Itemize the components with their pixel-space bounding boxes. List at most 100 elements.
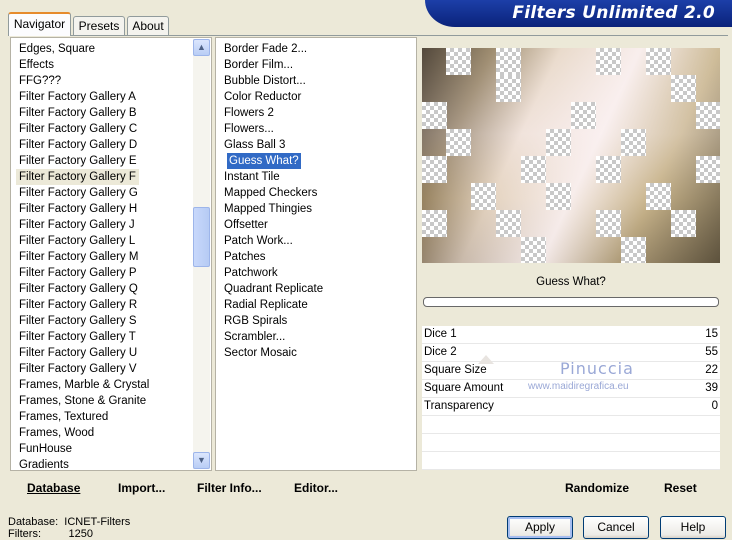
param-label: Transparency bbox=[424, 400, 494, 412]
filter-item[interactable]: Glass Ball 3 bbox=[224, 137, 285, 153]
category-item[interactable]: Filter Factory Gallery U bbox=[19, 345, 137, 361]
scroll-thumb[interactable] bbox=[193, 207, 210, 267]
help-button[interactable]: Help bbox=[660, 516, 726, 539]
transparent-tile bbox=[422, 156, 447, 183]
filters-status-label: Filters: bbox=[8, 528, 41, 540]
param-value: 39 bbox=[705, 382, 718, 394]
parameter-panel: Dice 1 15 Dice 2 55 Square Size 22 Squar… bbox=[422, 326, 720, 470]
cancel-button[interactable]: Cancel bbox=[583, 516, 649, 539]
category-item[interactable]: Filter Factory Gallery C bbox=[19, 121, 137, 137]
param-row-empty bbox=[422, 416, 720, 434]
filter-item[interactable]: Scrambler... bbox=[224, 329, 285, 345]
category-item[interactable]: Frames, Stone & Granite bbox=[19, 393, 146, 409]
category-item[interactable]: Effects bbox=[19, 57, 54, 73]
tab-about[interactable]: About bbox=[127, 16, 169, 35]
database-status-label: Database: bbox=[8, 516, 59, 528]
category-item[interactable]: Filter Factory Gallery B bbox=[19, 105, 137, 121]
filter-item[interactable]: Bubble Distort... bbox=[224, 73, 306, 89]
category-item[interactable]: Frames, Textured bbox=[19, 409, 108, 425]
category-item[interactable]: Gradients bbox=[19, 457, 69, 473]
category-item[interactable]: Filter Factory Gallery M bbox=[19, 249, 139, 265]
category-item[interactable]: Filter Factory Gallery P bbox=[19, 265, 137, 281]
filter-list[interactable]: Border Fade 2... Border Film... Bubble Dis… bbox=[215, 37, 417, 471]
filter-item[interactable]: Color Reductor bbox=[224, 89, 301, 105]
category-item[interactable]: Edges, Square bbox=[19, 41, 95, 57]
category-item[interactable]: Filter Factory Gallery H bbox=[19, 201, 137, 217]
transparent-tile bbox=[646, 183, 671, 210]
scroll-down-button[interactable]: ▼ bbox=[193, 452, 210, 469]
transparent-tile bbox=[422, 102, 447, 129]
transparent-tile bbox=[546, 129, 571, 156]
category-item[interactable]: Filter Factory Gallery R bbox=[19, 297, 137, 313]
transparent-tile bbox=[596, 156, 621, 183]
filter-item[interactable]: Mapped Thingies bbox=[224, 201, 312, 217]
category-item[interactable]: Filter Factory Gallery F bbox=[16, 169, 139, 185]
param-row-empty bbox=[422, 434, 720, 452]
param-value: 0 bbox=[711, 400, 718, 412]
tab-navigator[interactable]: Navigator bbox=[8, 12, 71, 36]
transparent-tile bbox=[496, 48, 521, 75]
category-item[interactable]: Filter Factory Gallery A bbox=[19, 89, 136, 105]
category-item[interactable]: Filter Factory Gallery G bbox=[19, 185, 138, 201]
database-label: Database bbox=[27, 481, 81, 495]
filter-item[interactable]: Offsetter bbox=[224, 217, 268, 233]
category-item[interactable]: Frames, Wood bbox=[19, 425, 94, 441]
transparent-tile bbox=[621, 237, 646, 263]
filter-item[interactable]: Border Film... bbox=[224, 57, 293, 73]
editor-button[interactable]: Editor... bbox=[294, 481, 338, 495]
scroll-up-button[interactable]: ▲ bbox=[193, 39, 210, 56]
param-value: 55 bbox=[705, 346, 718, 358]
category-item[interactable]: Filter Factory Gallery E bbox=[19, 153, 137, 169]
category-item[interactable]: Filter Factory Gallery T bbox=[19, 329, 136, 345]
filters-status-value: 1250 bbox=[68, 528, 93, 540]
filter-item[interactable]: Patch Work... bbox=[224, 233, 293, 249]
transparent-tile bbox=[596, 210, 621, 237]
status-info: Database: ICNET-Filters Filters: 1250 bbox=[8, 516, 130, 540]
filter-item[interactable]: Flowers... bbox=[224, 121, 274, 137]
filter-item[interactable]: Guess What? bbox=[227, 153, 301, 169]
tab-presets[interactable]: Presets bbox=[73, 16, 125, 35]
database-button[interactable]: Database bbox=[27, 481, 80, 495]
category-item[interactable]: Filter Factory Gallery S bbox=[19, 313, 137, 329]
randomize-button[interactable]: Randomize bbox=[565, 481, 629, 495]
category-list[interactable]: Edges, Square Effects FFG??? Filter Factory… bbox=[10, 37, 212, 471]
category-item[interactable]: Frames, Marble & Crystal bbox=[19, 377, 149, 393]
filter-item[interactable]: Border Fade 2... bbox=[224, 41, 307, 57]
category-item[interactable]: Filter Factory Gallery Q bbox=[19, 281, 138, 297]
filter-item[interactable]: Quadrant Replicate bbox=[224, 281, 323, 297]
reset-button[interactable]: Reset bbox=[664, 481, 697, 495]
filter-item[interactable]: Radial Replicate bbox=[224, 297, 308, 313]
transparent-tile bbox=[671, 210, 696, 237]
filter-preview-image bbox=[422, 48, 720, 263]
category-item[interactable]: Filter Factory Gallery L bbox=[19, 233, 135, 249]
transparent-tile bbox=[646, 48, 671, 75]
filter-item[interactable]: Patchwork bbox=[224, 265, 278, 281]
chevron-down-icon: ▼ bbox=[197, 455, 206, 465]
filter-item[interactable]: Mapped Checkers bbox=[224, 185, 317, 201]
watermark-name: Pinuccia bbox=[560, 359, 634, 378]
category-item[interactable]: FunHouse bbox=[19, 441, 72, 457]
transparent-tile bbox=[671, 75, 696, 102]
filter-item[interactable]: Flowers 2 bbox=[224, 105, 274, 121]
app-title: Filters Unlimited 2.0 bbox=[512, 3, 715, 23]
param-row-empty bbox=[422, 452, 720, 470]
category-item[interactable]: FFG??? bbox=[19, 73, 61, 89]
apply-button[interactable]: Apply bbox=[507, 516, 573, 539]
filter-item[interactable]: RGB Spirals bbox=[224, 313, 287, 329]
import-button[interactable]: Import... bbox=[118, 481, 165, 495]
watermark-arrow bbox=[478, 355, 494, 364]
category-scrollbar[interactable]: ▲ ▼ bbox=[193, 39, 210, 469]
filter-info-button[interactable]: Filter Info... bbox=[197, 481, 262, 495]
category-item[interactable]: Filter Factory Gallery J bbox=[19, 217, 135, 233]
filter-item[interactable]: Instant Tile bbox=[224, 169, 280, 185]
transparent-tile bbox=[422, 210, 447, 237]
watermark-url: www.maidiregrafica.eu bbox=[528, 381, 629, 392]
transparent-tile bbox=[696, 102, 720, 129]
filter-item[interactable]: Patches bbox=[224, 249, 266, 265]
database-status-value: ICNET-Filters bbox=[64, 516, 131, 528]
param-row-dice-1[interactable]: Dice 1 15 bbox=[422, 326, 720, 344]
category-item[interactable]: Filter Factory Gallery V bbox=[19, 361, 137, 377]
param-row-transparency[interactable]: Transparency 0 bbox=[422, 398, 720, 416]
category-item[interactable]: Filter Factory Gallery D bbox=[19, 137, 137, 153]
filter-item[interactable]: Sector Mosaic bbox=[224, 345, 297, 361]
